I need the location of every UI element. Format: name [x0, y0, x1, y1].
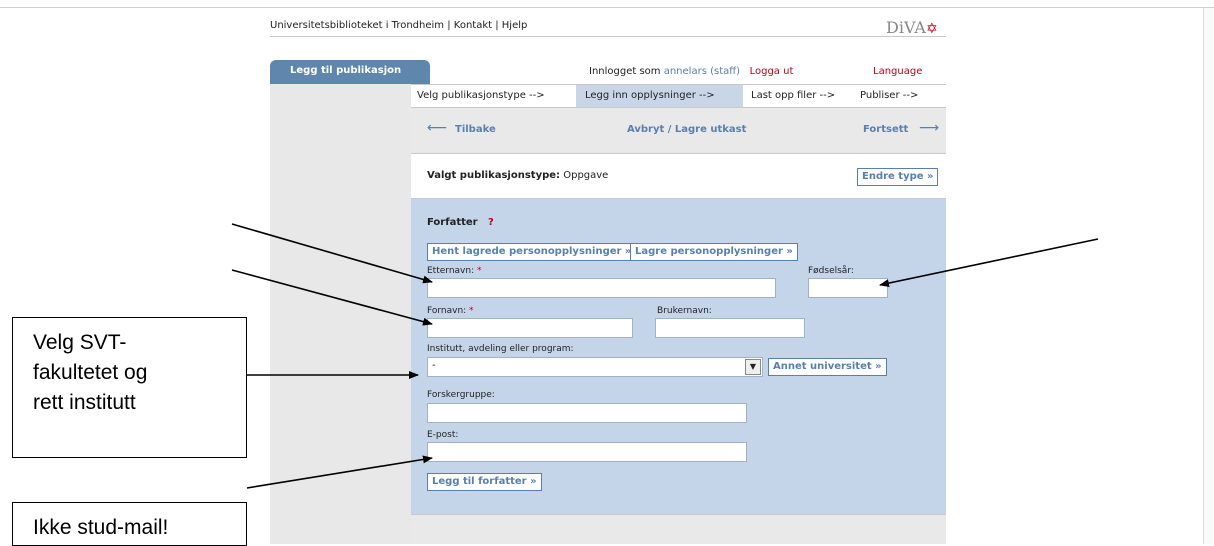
save-personal-info-button[interactable]: Lagre personopplysninger » — [630, 243, 798, 261]
birthyear-label: Fødselsår: — [808, 266, 854, 276]
library-link[interactable]: Universitetsbiblioteket i Trondheim — [270, 20, 444, 31]
step-upload-files[interactable]: Last opp filer --> — [751, 90, 835, 101]
firstname-label: Fornavn: * — [427, 306, 474, 316]
callout-faculty-note: Velg SVT- fakultetet og rett institutt — [12, 317, 247, 458]
nav-separator: | — [492, 20, 502, 31]
email-input[interactable] — [427, 442, 747, 462]
callout-line: rett institutt — [33, 391, 136, 414]
add-author-button[interactable]: Legg til forfatter » — [427, 473, 542, 491]
required-mark: * — [474, 266, 482, 276]
logo-text: DiVA — [886, 18, 926, 37]
divider — [270, 36, 946, 37]
login-prefix: Innlogget som — [589, 66, 664, 77]
form-footer — [411, 514, 946, 544]
institute-label: Institutt, avdeling eller program: — [427, 344, 574, 354]
language-link[interactable]: Language — [873, 66, 922, 77]
contact-link[interactable]: Kontakt — [454, 20, 492, 31]
tab-add-publication[interactable]: Legg til publikasjon — [270, 60, 430, 84]
arrow-right-icon[interactable]: ⟶ — [919, 120, 939, 136]
type-label: Valgt publikasjonstype: — [427, 170, 561, 181]
cancel-save-link[interactable]: Avbryt / Lagre utkast — [627, 124, 746, 135]
section-title: Forfatter — [427, 217, 478, 228]
callout-line: Ikke stud-mail! — [33, 516, 169, 539]
step-select-type[interactable]: Velg publikasjonstype --> — [417, 90, 545, 101]
email-label: E-post: — [427, 430, 459, 440]
help-link[interactable]: Hjelp — [502, 20, 528, 31]
sidebar — [270, 84, 411, 544]
steps-bar: Velg publikasjonstype --> Legg inn opply… — [411, 84, 946, 108]
username-input[interactable] — [655, 318, 805, 338]
selected-type-panel: Valgt publikasjonstype: Oppgave Endre ty… — [411, 154, 946, 199]
help-icon[interactable]: ? — [488, 217, 494, 228]
user-link[interactable]: annelars (staff) — [664, 66, 740, 77]
callout-line: fakultetet og — [33, 361, 148, 384]
firstname-input[interactable] — [427, 318, 633, 338]
other-university-button[interactable]: Annet universitet » — [768, 358, 887, 376]
change-type-button[interactable]: Endre type » — [857, 168, 939, 186]
required-mark: * — [466, 306, 474, 316]
type-line: Valgt publikasjonstype: Oppgave — [427, 170, 608, 181]
nav-bar: ⟵ Tilbake Avbryt / Lagre utkast Fortsett… — [411, 108, 946, 154]
vertical-scrollbar[interactable] — [1203, 8, 1214, 544]
next-link[interactable]: Fortsett — [863, 124, 908, 135]
research-group-input[interactable] — [427, 403, 747, 423]
nav-separator: | — [444, 20, 454, 31]
step-enter-info[interactable]: Legg inn opplysninger --> — [585, 90, 715, 101]
institute-select[interactable]: - ▼ — [427, 357, 763, 377]
lastname-input[interactable] — [427, 278, 776, 298]
type-value: Oppgave — [560, 170, 609, 181]
tab-label: Legg til publikasjon — [290, 65, 402, 76]
star-icon: ✡ — [925, 21, 938, 37]
back-link[interactable]: Tilbake — [455, 124, 496, 135]
diva-logo[interactable]: DiVA✡ — [886, 18, 938, 37]
lastname-label-text: Etternavn: — [427, 266, 475, 276]
callout-email-note: Ikke stud-mail! — [12, 502, 247, 546]
fetch-personal-info-button[interactable]: Hent lagrede personopplysninger » — [427, 243, 637, 261]
login-status: Innlogget som annelars (staff) Logga ut — [589, 66, 793, 77]
dropdown-arrow-icon[interactable]: ▼ — [745, 359, 761, 375]
step-publish[interactable]: Publiser --> — [860, 90, 918, 101]
author-form: Forfatter ? Hent lagrede personopplysnin… — [411, 199, 946, 514]
research-group-label: Forskergruppe: — [427, 390, 495, 400]
username-label: Brukernavn: — [657, 306, 712, 316]
arrow-left-icon[interactable]: ⟵ — [427, 120, 447, 136]
callout-line: Velg SVT- — [33, 331, 127, 354]
logout-link[interactable]: Logga ut — [750, 66, 794, 77]
lastname-label: Etternavn: * — [427, 266, 481, 276]
firstname-label-text: Fornavn: — [427, 306, 467, 316]
top-nav: Universitetsbiblioteket i Trondheim | Ko… — [270, 20, 527, 31]
birthyear-input[interactable] — [808, 278, 888, 298]
window-top-edge — [0, 0, 1214, 8]
institute-selected-value: - — [432, 360, 436, 371]
